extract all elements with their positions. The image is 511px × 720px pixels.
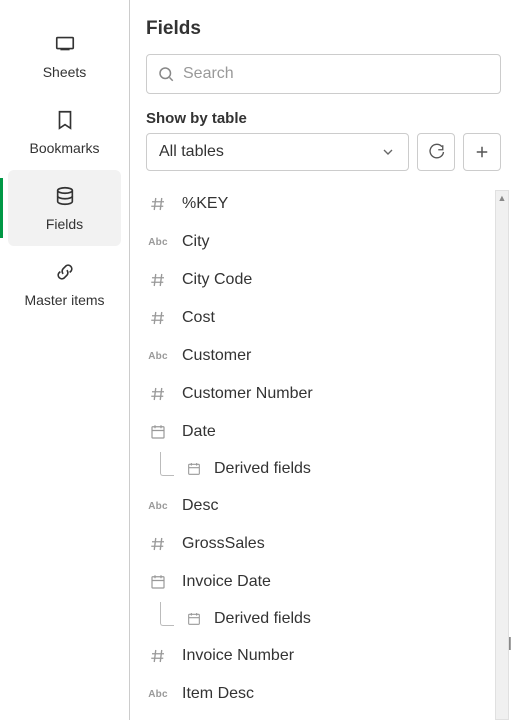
tree-elbow	[160, 602, 174, 626]
derived-label: Derived fields	[214, 460, 311, 478]
field-name: City	[182, 233, 210, 251]
resize-handle[interactable]: ||	[508, 634, 509, 650]
sidebar-item-master-items[interactable]: Master items	[0, 246, 129, 322]
field-name: %KEY	[182, 195, 228, 213]
chevron-down-icon	[380, 144, 396, 160]
field-name: Desc	[182, 497, 218, 515]
field-name: Date	[182, 423, 216, 441]
field-row[interactable]: Abc City	[146, 223, 491, 261]
showby-label: Show by table	[146, 110, 501, 127]
field-name: Cost	[182, 309, 215, 327]
search-box[interactable]	[146, 54, 501, 94]
sidebar-item-label: Bookmarks	[29, 140, 99, 156]
bookmark-icon	[53, 108, 77, 132]
abc-type-icon: Abc	[146, 685, 170, 703]
refresh-icon	[427, 143, 445, 161]
field-row[interactable]: GrossSales	[146, 525, 491, 563]
field-row[interactable]: City Code	[146, 261, 491, 299]
tree-elbow	[160, 452, 174, 476]
sidebar-item-label: Fields	[46, 216, 83, 232]
sidebar-item-sheets[interactable]: Sheets	[0, 18, 129, 94]
sidebar-item-fields[interactable]: Fields	[8, 170, 121, 246]
num-type-icon	[146, 309, 170, 327]
add-button[interactable]	[463, 133, 501, 171]
field-row[interactable]: Abc Customer	[146, 337, 491, 375]
sidebar-item-bookmarks[interactable]: Bookmarks	[0, 94, 129, 170]
num-type-icon	[146, 195, 170, 213]
link-icon	[53, 260, 77, 284]
plus-icon	[473, 143, 491, 161]
refresh-button[interactable]	[417, 133, 455, 171]
field-row[interactable]: Abc Desc	[146, 487, 491, 525]
field-name: Item Desc	[182, 685, 254, 703]
field-row[interactable]: Invoice Date	[146, 563, 491, 601]
field-name: Customer	[182, 347, 251, 365]
fields-panel: Fields Show by table All tables %KEY Abc C…	[130, 0, 511, 720]
date-type-icon	[184, 461, 204, 477]
table-select-value: All tables	[159, 143, 224, 161]
derived-label: Derived fields	[214, 610, 311, 628]
field-row[interactable]: Cost	[146, 299, 491, 337]
field-row[interactable]: Customer Number	[146, 375, 491, 413]
field-name: Invoice Number	[182, 647, 294, 665]
num-type-icon	[146, 271, 170, 289]
date-type-icon	[146, 573, 170, 591]
panel-title: Fields	[146, 18, 501, 40]
abc-type-icon: Abc	[146, 233, 170, 251]
controls-row: All tables	[146, 133, 501, 171]
num-type-icon	[146, 535, 170, 553]
derived-fields-row[interactable]: Derived fields	[146, 601, 491, 637]
field-name: City Code	[182, 271, 252, 289]
scroll-up-arrow[interactable]: ▲	[496, 191, 508, 205]
date-type-icon	[146, 423, 170, 441]
field-row[interactable]: Abc Item Desc	[146, 675, 491, 713]
sheets-icon	[53, 32, 77, 56]
num-type-icon	[146, 647, 170, 665]
num-type-icon	[146, 385, 170, 403]
field-name: Invoice Date	[182, 573, 271, 591]
table-select[interactable]: All tables	[146, 133, 409, 171]
field-row[interactable]: Date	[146, 413, 491, 451]
field-name: GrossSales	[182, 535, 265, 553]
search-icon	[157, 65, 175, 83]
database-icon	[53, 184, 77, 208]
abc-type-icon: Abc	[146, 347, 170, 365]
field-row[interactable]: Invoice Number	[146, 637, 491, 675]
sidebar-item-label: Sheets	[43, 64, 87, 80]
sidebar: Sheets Bookmarks Fields Master items	[0, 0, 130, 720]
field-row[interactable]: %KEY	[146, 185, 491, 223]
field-list[interactable]: %KEY Abc City City Code Cost Abc Customer Custo…	[146, 185, 501, 720]
sidebar-item-label: Master items	[24, 292, 104, 308]
abc-type-icon: Abc	[146, 497, 170, 515]
derived-fields-row[interactable]: Derived fields	[146, 451, 491, 487]
field-name: Customer Number	[182, 385, 313, 403]
date-type-icon	[184, 611, 204, 627]
search-input[interactable]	[183, 65, 490, 83]
